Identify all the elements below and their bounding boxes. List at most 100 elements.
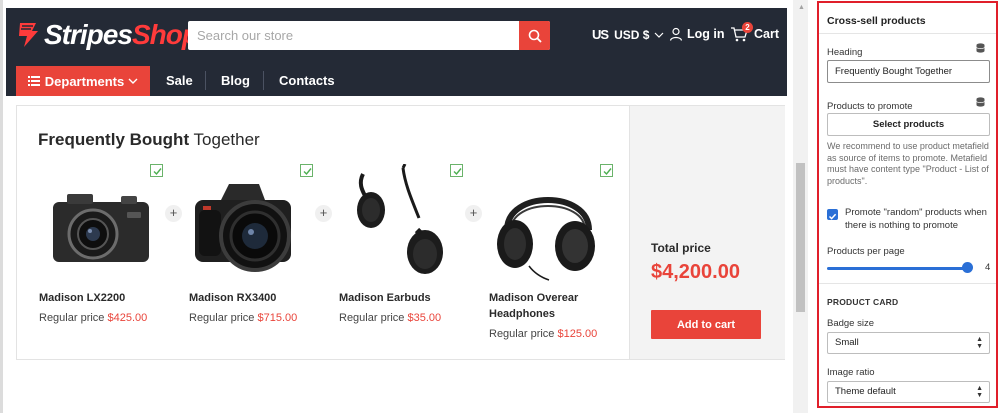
store-preview: StripesShop US USD $ Log in	[3, 0, 793, 413]
cart-icon: 2	[730, 22, 753, 42]
preview-scrollbar[interactable]: ▲	[794, 0, 808, 413]
badge-size-label: Badge size	[827, 318, 875, 329]
slider-value: 4	[985, 262, 991, 273]
heading-input[interactable]: Frequently Bought Together	[827, 60, 990, 83]
image-ratio-value: Theme default	[835, 386, 896, 397]
main-nav: Departments Sale Blog Contacts	[6, 65, 787, 96]
search-input[interactable]	[188, 21, 520, 50]
price-value: $35.00	[407, 312, 442, 324]
slider-thumb[interactable]	[961, 262, 973, 273]
flag-icon: US	[592, 27, 609, 42]
plus-icon: +	[165, 205, 182, 222]
checkmark-icon	[828, 213, 837, 220]
product-card: Madison RX3400 Regular price $715.00	[189, 164, 315, 324]
product-price: Regular price $35.00	[339, 312, 465, 324]
cart-link[interactable]: 2 Cart	[730, 22, 780, 42]
plus-icon: +	[315, 205, 332, 222]
cross-sell-block: Frequently Bought Together Madison LX220…	[16, 105, 785, 360]
total-price-value: $4,200.00	[651, 261, 740, 283]
departments-label: Departments	[44, 73, 125, 89]
checkmark-icon	[303, 168, 312, 176]
product-name[interactable]: Madison Earbuds	[339, 290, 465, 306]
price-label: Regular price	[489, 328, 555, 340]
currency-selector[interactable]: US USD $	[592, 27, 664, 42]
select-products-button[interactable]: Select products	[827, 113, 990, 136]
badge-size-value: Small	[835, 337, 859, 348]
products-to-promote-label: Products to promote	[827, 101, 913, 112]
logo-icon	[16, 21, 40, 49]
nav-link-sale[interactable]: Sale	[166, 73, 193, 88]
cart-count-badge: 2	[742, 22, 753, 33]
product-checkbox[interactable]	[300, 164, 313, 177]
image-ratio-select[interactable]: Theme default ▲ ▼	[827, 381, 990, 403]
store-logo[interactable]: Stripes Shop	[16, 19, 199, 50]
price-label: Regular price	[39, 312, 105, 324]
help-text: We recommend to use product metafield as…	[827, 141, 989, 186]
product-image[interactable]	[489, 164, 615, 281]
logo-text-stripes: Stripes	[44, 19, 133, 50]
scrollbar-thumb[interactable]	[796, 163, 805, 312]
product-image[interactable]	[189, 164, 315, 281]
departments-button[interactable]: Departments	[16, 66, 150, 96]
total-price-label: Total price	[651, 241, 711, 255]
total-panel: Total price $4,200.00 Add to cart	[629, 106, 785, 359]
price-label: Regular price	[339, 312, 405, 324]
select-arrows-icon: ▲ ▼	[976, 385, 983, 399]
product-image[interactable]	[339, 164, 465, 281]
store-header: StripesShop US USD $ Log in	[6, 8, 787, 65]
price-label: Regular price	[189, 312, 255, 324]
currency-label: USD $	[614, 27, 650, 42]
image-ratio-label: Image ratio	[827, 367, 875, 378]
search-button[interactable]	[519, 21, 550, 50]
heading-rest-part: Together	[193, 130, 260, 149]
price-value: $425.00	[107, 312, 148, 324]
settings-content: Cross-sell products Heading Frequently B…	[819, 3, 996, 406]
dslr-camera-image	[195, 184, 291, 272]
heading-label: Heading	[827, 47, 863, 58]
nav-divider	[205, 71, 206, 90]
compact-camera-image	[53, 194, 149, 262]
user-icon	[669, 27, 683, 41]
products-per-page-slider[interactable]	[827, 267, 967, 270]
random-products-checkbox[interactable]	[827, 209, 838, 220]
product-name[interactable]: Madison LX2200	[39, 290, 165, 306]
chevron-down-icon	[128, 78, 138, 84]
product-card: Madison LX2200 Regular price $425.00	[39, 164, 165, 324]
cross-sell-heading: Frequently Bought Together	[38, 130, 260, 150]
badge-size-select[interactable]: Small ▲ ▼	[827, 332, 990, 354]
select-arrows-icon: ▲ ▼	[976, 336, 983, 350]
dynamic-source-icon[interactable]	[976, 43, 985, 53]
section-heading-product-card: PRODUCT CARD	[827, 297, 899, 307]
random-products-label[interactable]: Promote "random" products when there is …	[845, 207, 990, 232]
product-price: Regular price $125.00	[489, 328, 615, 340]
nav-link-contacts[interactable]: Contacts	[279, 73, 335, 88]
heading-bold-part: Frequently Bought	[38, 130, 190, 149]
product-name[interactable]: Madison Overear Headphones	[489, 290, 615, 322]
checkmark-icon	[603, 168, 612, 176]
nav-link-blog[interactable]: Blog	[221, 73, 250, 88]
search-icon	[528, 29, 542, 43]
dynamic-source-icon[interactable]	[976, 97, 985, 107]
price-value: $125.00	[557, 328, 598, 340]
divider	[819, 283, 996, 284]
nav-divider	[263, 71, 264, 90]
product-checkbox[interactable]	[600, 164, 613, 177]
chevron-down-icon	[654, 32, 664, 38]
search-bar	[188, 21, 550, 50]
product-price: Regular price $425.00	[39, 312, 165, 324]
product-name[interactable]: Madison RX3400	[189, 290, 315, 306]
login-link[interactable]: Log in	[669, 27, 725, 41]
cart-label: Cart	[754, 27, 780, 41]
scroll-up-arrow-icon[interactable]: ▲	[798, 4, 805, 11]
divider	[819, 33, 996, 34]
price-value: $715.00	[257, 312, 298, 324]
product-card: Madison Overear Headphones Regular price…	[489, 164, 615, 340]
product-image[interactable]	[39, 164, 165, 281]
add-to-cart-button[interactable]: Add to cart	[651, 310, 761, 339]
checkmark-icon	[453, 168, 462, 176]
product-checkbox[interactable]	[450, 164, 463, 177]
plus-icon: +	[465, 205, 482, 222]
product-price: Regular price $715.00	[189, 312, 315, 324]
menu-icon	[27, 76, 40, 86]
product-checkbox[interactable]	[150, 164, 163, 177]
